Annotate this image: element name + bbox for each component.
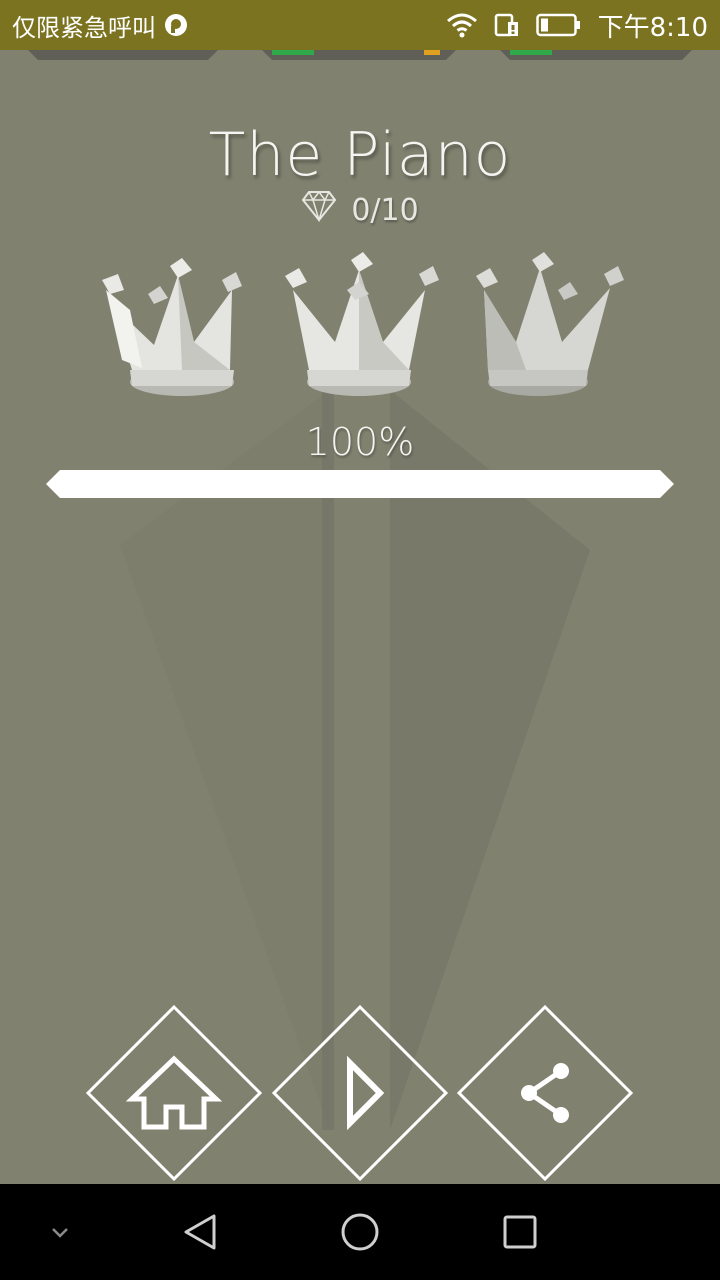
- battery-icon: [535, 13, 582, 37]
- status-time: 下午8:10: [597, 12, 708, 43]
- recents-button[interactable]: [470, 1184, 570, 1280]
- crown-icon: [285, 252, 439, 396]
- home-circle-icon: [341, 1213, 379, 1251]
- progress-percent: 100%: [305, 420, 415, 464]
- back-triangle-icon: [184, 1214, 216, 1250]
- gem-count-text: 0/10: [351, 192, 419, 228]
- crown-icon: [102, 258, 242, 396]
- share-icon: [521, 1063, 569, 1123]
- hide-nav-button[interactable]: [10, 1184, 110, 1280]
- game-screen: 仅限紧急呼叫 下午8:10 The Piano 0/10 100%: [0, 0, 720, 1280]
- top-level-strip: [28, 50, 692, 60]
- share-button[interactable]: [456, 1004, 634, 1182]
- level-title: The Piano: [208, 120, 512, 190]
- progress-bar: [46, 470, 674, 498]
- back-button[interactable]: [150, 1184, 250, 1280]
- carrier-text: 仅限紧急呼叫: [12, 13, 156, 42]
- nav-home-button[interactable]: [310, 1184, 410, 1280]
- home-button[interactable]: [85, 1004, 263, 1182]
- play-icon: [347, 1055, 385, 1131]
- wifi-icon: [446, 12, 478, 38]
- crown-icon: [476, 252, 624, 396]
- chevron-down-icon: [52, 1228, 68, 1238]
- notification-icon: [164, 13, 188, 37]
- crown-rating: [0, 250, 720, 410]
- sim-icon: [494, 12, 520, 38]
- navigation-bar: [0, 1184, 720, 1280]
- status-bar: 仅限紧急呼叫 下午8:10: [0, 0, 720, 50]
- diamond-icon: [301, 190, 337, 230]
- gem-counter: 0/10: [0, 190, 720, 230]
- recents-square-icon: [503, 1215, 537, 1249]
- home-icon: [125, 1055, 223, 1130]
- play-button[interactable]: [271, 1004, 449, 1182]
